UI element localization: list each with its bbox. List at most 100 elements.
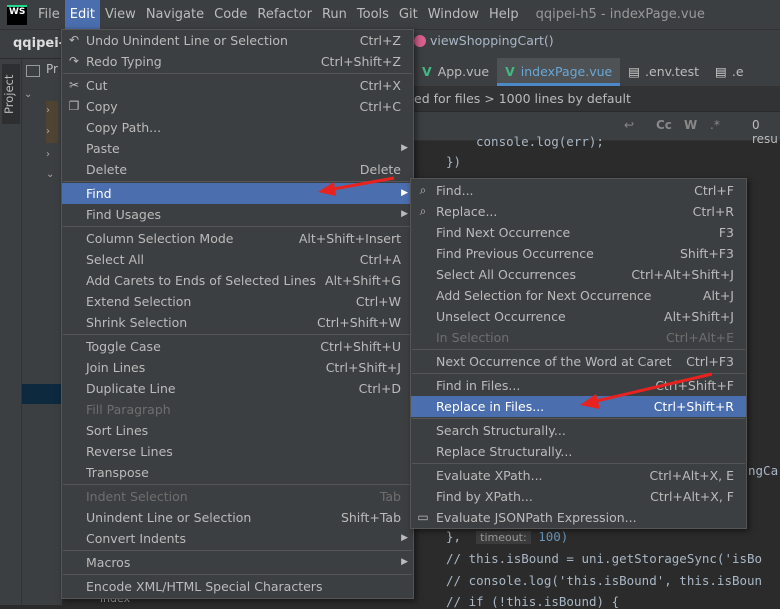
code-line[interactable]: }, timeout: 100)	[446, 529, 568, 544]
menu-item-add-carets-to-ends-of-selected-lines[interactable]: Add Carets to Ends of Selected Lines Alt+…	[62, 270, 413, 291]
tree-expand-icon[interactable]: ⌄	[24, 89, 32, 100]
menu-item-shrink-selection[interactable]: Shrink Selection Ctrl+Shift+W	[62, 312, 413, 333]
editor-tab[interactable]: ▤ .env.test	[620, 58, 707, 86]
menu-item-encode-xml-html-special-characters[interactable]: Encode XML/HTML Special Characters	[62, 576, 413, 597]
menu-item-join-lines[interactable]: Join Lines Ctrl+Shift+J	[62, 357, 413, 378]
menu-item-find[interactable]: Find ▶	[62, 183, 413, 204]
editor-tab[interactable]: V App.vue	[414, 58, 497, 86]
menu-item-label: Copy	[86, 99, 118, 114]
words-toggle[interactable]: W	[684, 118, 697, 132]
method-breadcrumb[interactable]: viewShoppingCart()	[414, 33, 554, 48]
menu-item-find[interactable]: ⌕ Find... Ctrl+F	[411, 180, 746, 201]
menu-item-sort-lines[interactable]: Sort Lines	[62, 420, 413, 441]
menu-item-shortcut: Ctrl+Alt+X, E	[649, 468, 734, 483]
menu-item-unselect-occurrence[interactable]: Unselect Occurrence Alt+Shift+J	[411, 306, 746, 327]
editor-tab[interactable]: VindexPage.vue	[497, 58, 621, 86]
menu-item-unindent-line-or-selection[interactable]: Unindent Line or Selection Shift+Tab	[62, 507, 413, 528]
menu-item-duplicate-line[interactable]: Duplicate Line Ctrl+D	[62, 378, 413, 399]
menu-item-cut[interactable]: ✂ Cut Ctrl+X	[62, 75, 413, 96]
menu-item-shortcut: Alt+Shift+Insert	[298, 231, 401, 246]
menu-item-macros[interactable]: Macros ▶	[62, 552, 413, 573]
menu-help[interactable]: Help	[484, 0, 524, 29]
menu-item-redo-typing[interactable]: ↷ Redo Typing Ctrl+Shift+Z	[62, 51, 413, 72]
menu-separator	[63, 73, 412, 74]
menu-edit[interactable]: Edit	[64, 0, 100, 29]
code-comment[interactable]: // if (!this.isBound) {	[446, 594, 619, 609]
menu-window[interactable]: Window	[423, 0, 484, 29]
menu-item-paste[interactable]: Paste ▶	[62, 138, 413, 159]
menu-tools[interactable]: Tools	[352, 0, 394, 29]
menu-item-shortcut: Ctrl+Shift+U	[320, 339, 401, 354]
tree-chevron-right-icon[interactable]: ›	[46, 149, 50, 160]
menu-item-delete[interactable]: Delete Delete	[62, 159, 413, 180]
menu-item-label: Extend Selection	[86, 294, 192, 309]
menu-item-find-previous-occurrence[interactable]: Find Previous Occurrence Shift+F3	[411, 243, 746, 264]
tree-selected-row[interactable]	[22, 384, 62, 404]
code-comment[interactable]: // console.log('this.isBound', this.isBo…	[446, 573, 762, 588]
code-line[interactable]: })	[446, 154, 461, 169]
find-results-count: 0 resu	[752, 118, 778, 146]
menu-item-select-all-occurrences[interactable]: Select All Occurrences Ctrl+Alt+Shift+J	[411, 264, 746, 285]
menu-run[interactable]: Run	[317, 0, 352, 29]
menu-item-label: Paste	[86, 141, 120, 156]
menu-item-select-all[interactable]: Select All Ctrl+A	[62, 249, 413, 270]
code-line[interactable]: console.log(err);	[476, 134, 604, 149]
menu-refactor[interactable]: Refactor	[252, 0, 317, 29]
menu-item-label: Convert Indents	[86, 531, 186, 546]
menu-item-next-occurrence-of-the-word-at-caret[interactable]: Next Occurrence of the Word at Caret Ctrl…	[411, 351, 746, 372]
editor-tab-label: indexPage.vue	[520, 64, 613, 79]
menu-item-evaluate-jsonpath-expression[interactable]: ▭ Evaluate JSONPath Expression...	[411, 507, 746, 528]
menu-code[interactable]: Code	[209, 0, 252, 29]
tree-chevron-right-icon[interactable]: ›	[46, 105, 50, 116]
menu-item-label: Unselect Occurrence	[436, 309, 566, 324]
file-icon: ▤	[628, 64, 641, 79]
menu-item-label: Column Selection Mode	[86, 231, 234, 246]
menu-item-label: Replace in Files...	[436, 399, 545, 414]
submenu-arrow-icon: ▶	[401, 143, 408, 153]
menu-file[interactable]: File	[33, 0, 65, 29]
menu-item-find-by-xpath[interactable]: Find by XPath... Ctrl+Alt+X, F	[411, 486, 746, 507]
tree-chevron-down-icon[interactable]: ⌄	[46, 169, 54, 180]
menu-item-replace[interactable]: ⌕ Replace... Ctrl+R	[411, 201, 746, 222]
menu-navigate[interactable]: Navigate	[141, 0, 209, 29]
search-icon: ⌕	[419, 183, 427, 197]
code-comment[interactable]: // this.isBound = uni.getStorageSync('is…	[446, 551, 762, 566]
regex-toggle[interactable]: .*	[710, 118, 720, 132]
menu-git[interactable]: Git	[394, 0, 423, 29]
menu-item-toggle-case[interactable]: Toggle Case Ctrl+Shift+U	[62, 336, 413, 357]
menu-item-replace-in-files[interactable]: Replace in Files... Ctrl+Shift+R	[411, 396, 746, 417]
menu-item-shortcut: Ctrl+F3	[686, 354, 734, 369]
menu-item-label: Cut	[86, 78, 108, 93]
project-tool-tab[interactable]: Project	[2, 64, 20, 124]
menu-item-label: Search Structurally...	[436, 423, 566, 438]
menu-item-transpose[interactable]: Transpose	[62, 462, 413, 483]
project-breadcrumb[interactable]: qqipei-h5	[0, 30, 61, 58]
menu-item-shortcut: Ctrl+A	[359, 252, 401, 267]
editor-tab[interactable]: ▤ .e	[707, 58, 751, 86]
menu-item-convert-indents[interactable]: Convert Indents ▶	[62, 528, 413, 549]
menu-item-search-structurally[interactable]: Search Structurally...	[411, 420, 746, 441]
menu-separator	[412, 463, 745, 464]
menu-item-in-selection: In Selection Ctrl+Alt+E	[411, 327, 746, 348]
code-line[interactable]: ngCar	[748, 463, 780, 478]
tree-chevron-right-icon[interactable]: ›	[46, 126, 50, 137]
menu-item-column-selection-mode[interactable]: Column Selection Mode Alt+Shift+Insert	[62, 228, 413, 249]
match-case-toggle[interactable]: Cc	[656, 118, 672, 132]
menu-item-shortcut: F3	[718, 225, 734, 240]
menu-item-find-next-occurrence[interactable]: Find Next Occurrence F3	[411, 222, 746, 243]
menu-item-find-in-files[interactable]: Find in Files... Ctrl+Shift+F	[411, 375, 746, 396]
menu-item-label: Reverse Lines	[86, 444, 173, 459]
menu-item-copy-path[interactable]: Copy Path...	[62, 117, 413, 138]
menu-item-extend-selection[interactable]: Extend Selection Ctrl+W	[62, 291, 413, 312]
menu-view[interactable]: View	[100, 0, 141, 29]
menu-item-copy[interactable]: ❐ Copy Ctrl+C	[62, 96, 413, 117]
menu-item-undo-unindent-line-or-selection[interactable]: ↶ Undo Unindent Line or Selection Ctrl+Z	[62, 30, 413, 51]
menu-item-evaluate-xpath[interactable]: Evaluate XPath... Ctrl+Alt+X, E	[411, 465, 746, 486]
menu-item-add-selection-for-next-occurrence[interactable]: Add Selection for Next Occurrence Alt+J	[411, 285, 746, 306]
menu-item-find-usages[interactable]: Find Usages ▶	[62, 204, 413, 225]
find-prev-icon[interactable]: ↩	[624, 118, 634, 132]
menu-item-label: Evaluate XPath...	[436, 468, 543, 483]
menu-item-replace-structurally[interactable]: Replace Structurally...	[411, 441, 746, 462]
menu-item-reverse-lines[interactable]: Reverse Lines	[62, 441, 413, 462]
parameter-hint: timeout:	[476, 531, 531, 544]
